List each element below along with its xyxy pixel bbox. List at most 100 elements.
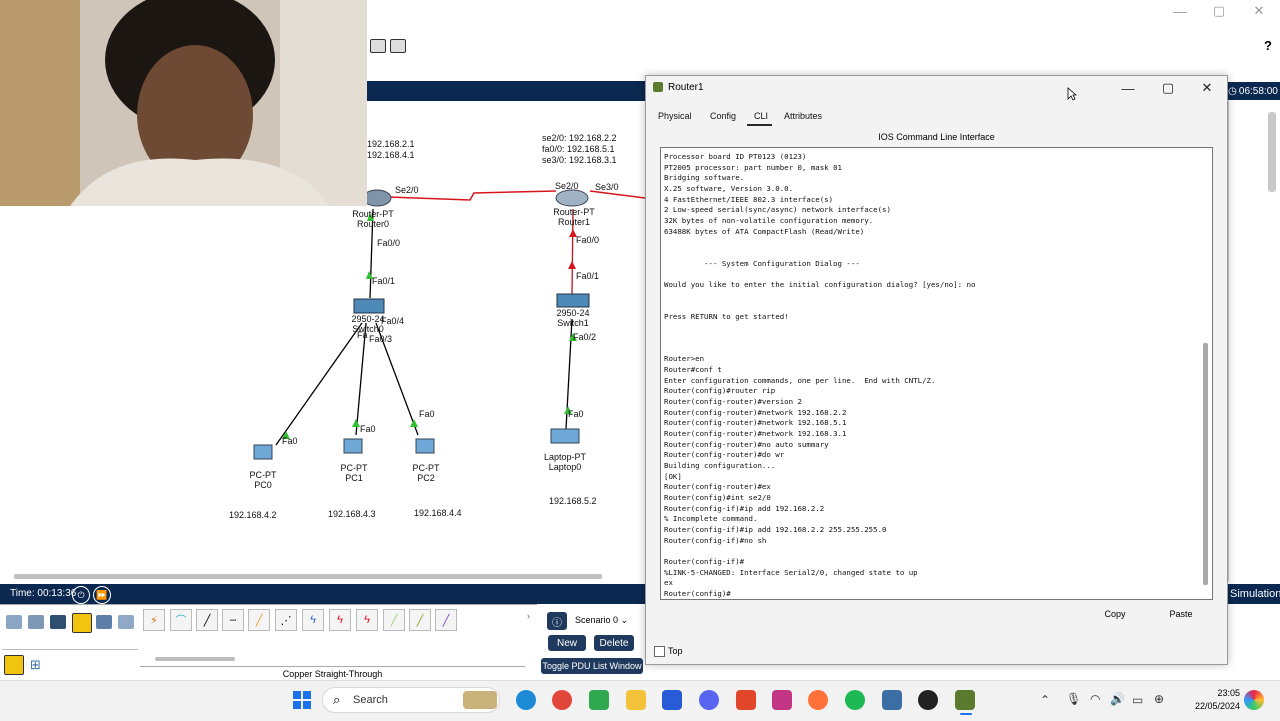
router1-titlebar[interactable]: Router1 — ▢ ✕ [646,76,1227,100]
wps-icon[interactable] [736,690,756,710]
switch1-port-down: Fa0/2 [573,332,597,342]
pc1-port: Fa0 [360,424,376,434]
packet-tracer-logo-icon [653,82,663,92]
router1-port-se2: Se2/0 [555,181,579,191]
spotify-icon[interactable] [845,690,865,710]
pc0-label: PC-PT PC0 [249,470,277,490]
discord-icon[interactable] [699,690,719,710]
tab-attributes[interactable]: Attributes [780,108,826,124]
connections-scrollbar[interactable] [155,657,235,661]
time-bar: Time: 00:13:36 ⏻ ⏩ [0,584,645,604]
scenario-select[interactable]: Scenario 0 ⌄ [575,612,637,628]
excel-icon[interactable] [589,690,609,710]
router1-maximize-button[interactable]: ▢ [1148,76,1188,100]
help-icon[interactable]: ? [1264,38,1272,53]
switch1-label: 2950-24 Switch1 [556,308,590,328]
connections-sub-icon[interactable] [4,655,24,675]
paste-button[interactable]: Paste [1152,605,1210,623]
octal-cable-icon[interactable]: ╱ [383,609,405,631]
info-icon[interactable]: ⓘ [547,612,567,630]
misc-icon[interactable] [96,615,112,629]
top-checkbox[interactable] [654,646,665,657]
realtime-clock: ◷ 06:58:00 [1226,82,1280,100]
panel-collapse-icon[interactable]: › [527,611,530,621]
power-cycle-icon[interactable]: ⏻ [72,586,90,604]
taskbar-clock[interactable]: 23:05 22/05/2024 [1180,687,1240,713]
router1-label: Router-PT Router1 [553,207,595,227]
fast-forward-icon[interactable]: ⏩ [93,586,111,604]
pc1-ip: 192.168.4.3 [328,509,376,519]
firefox-icon[interactable] [808,690,828,710]
pc1-icon [343,438,363,454]
windows-start-icon[interactable] [292,690,312,710]
router1-window-title: Router1 [668,82,704,93]
straight-through-cable-icon[interactable]: ╱ [196,609,218,631]
workspace-hscrollbar[interactable] [14,574,602,579]
simulation-mode-tab[interactable]: Simulation [1226,584,1280,604]
calculator-icon[interactable] [882,690,902,710]
instagram-icon[interactable] [772,690,792,710]
obs-icon[interactable] [918,690,938,710]
grid-icon[interactable]: ⊞ [30,657,41,673]
cli-output[interactable]: Processor board ID PT0123 (0123) PT2005 … [664,152,975,599]
palette-icon[interactable] [370,39,386,53]
router0-label: Router-PT Router0 [352,209,394,229]
delete-scenario-button[interactable]: Delete [594,635,634,651]
pc0-ip: 192.168.4.2 [229,510,277,520]
auto-connection-icon[interactable]: ⚡ [143,609,165,631]
switch1-port-up: Fa0/1 [576,271,600,281]
network-devices-icon[interactable] [6,615,22,629]
volume-icon[interactable]: 🔊 [1110,692,1125,706]
search-icon: ⌕ [333,692,341,707]
tab-cli[interactable]: CLI [750,108,772,124]
cli-scrollbar-thumb[interactable] [1203,343,1208,585]
router1-minimize-button[interactable]: — [1108,76,1148,100]
right-scrollbar-thumb[interactable] [1268,112,1276,192]
crossover-cable-icon[interactable]: ┄ [222,609,244,631]
webcam-overlay [0,0,367,206]
pt-maximize-button[interactable]: ▢ [1200,0,1238,22]
phone-cable-icon[interactable]: ⋰ [275,609,297,631]
language-icon[interactable]: ⊕ [1154,692,1164,706]
pt-minimize-button[interactable]: — [1161,0,1199,22]
image-icon[interactable] [390,39,406,53]
cli-console[interactable]: Processor board ID PT0123 (0123) PT2005 … [660,147,1213,600]
wifi-icon[interactable]: ◠ [1090,692,1100,706]
router0-icon [362,189,392,207]
coaxial-cable-icon[interactable]: ϟ [302,609,324,631]
battery-icon[interactable]: ▭ [1132,693,1143,707]
toggle-pdu-list-button[interactable]: Toggle PDU List Window [541,658,643,674]
pc2-port: Fa0 [419,409,435,419]
components-icon[interactable] [50,615,66,629]
chrome-icon[interactable] [552,690,572,710]
taskbar-search-box[interactable]: ⌕ Search [322,687,500,713]
tab-physical[interactable]: Physical [654,108,696,124]
search-placeholder: Search [353,694,388,706]
console-cable-icon[interactable]: ⌒ [170,609,192,631]
multiuser-icon[interactable] [118,615,134,629]
connections-icon[interactable] [72,613,92,633]
tab-config[interactable]: Config [706,108,740,124]
iot-custom-cable-icon[interactable]: ╱ [409,609,431,631]
end-devices-icon[interactable] [28,615,44,629]
packet-tracer-icon[interactable] [955,690,975,710]
laptop0-ip: 192.168.5.2 [549,496,597,506]
copilot-icon[interactable] [1244,690,1264,710]
usb-cable-icon[interactable]: ╱ [435,609,457,631]
copy-button[interactable]: Copy [1086,605,1144,623]
chevron-down-icon: ⌄ [620,615,629,625]
pc1-label: PC-PT PC1 [340,463,368,483]
edge-icon[interactable] [516,690,536,710]
file-explorer-icon[interactable] [626,690,646,710]
new-scenario-button[interactable]: New [548,635,586,651]
microphone-icon[interactable]: 🎙 [1066,692,1081,706]
router1-close-button[interactable]: ✕ [1187,76,1227,100]
serial-dte-cable-icon[interactable]: ϟ [356,609,378,631]
serial-dce-cable-icon[interactable]: ϟ [329,609,351,631]
switch0-port-pc1: Fa0/3 [369,334,393,344]
active-tab-indicator [747,124,772,126]
pt-close-button[interactable]: ✕ [1240,0,1278,22]
store-icon[interactable] [662,690,682,710]
tray-chevron-icon[interactable]: ⌃ [1040,693,1050,707]
fiber-cable-icon[interactable]: ╱ [248,609,270,631]
